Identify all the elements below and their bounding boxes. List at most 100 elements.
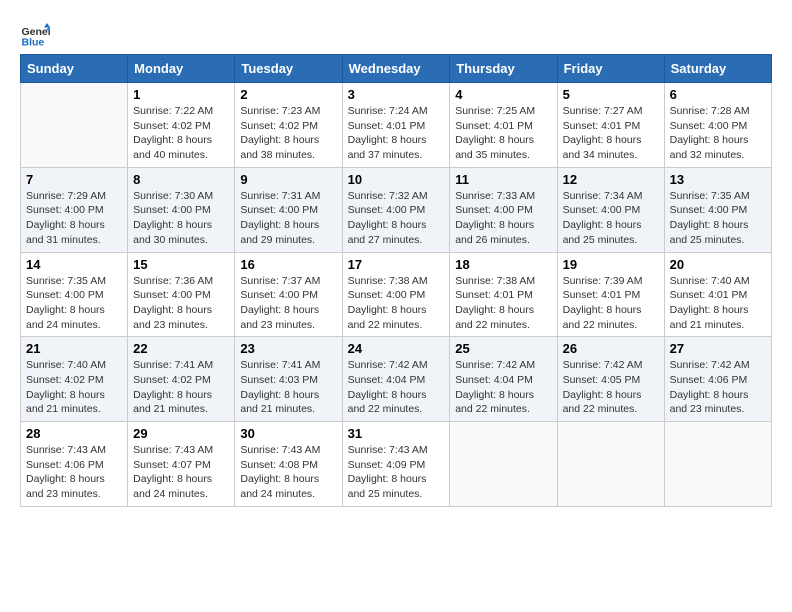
day-cell: 13Sunrise: 7:35 AM Sunset: 4:00 PM Dayli… <box>664 167 771 252</box>
day-info: Sunrise: 7:40 AM Sunset: 4:01 PM Dayligh… <box>670 274 766 333</box>
day-info: Sunrise: 7:42 AM Sunset: 4:06 PM Dayligh… <box>670 358 766 417</box>
day-info: Sunrise: 7:31 AM Sunset: 4:00 PM Dayligh… <box>240 189 336 248</box>
week-row-3: 14 Sunrise: 7:35 AM Sunset: 4:00 PM Dayli… <box>21 252 772 337</box>
day-cell: 31 Sunrise: 7:43 AM Sunset: 4:09 PM Dayli… <box>342 422 450 507</box>
day-cell: 2 Sunrise: 7:23 AM Sunset: 4:02 PM Daylig… <box>235 83 342 168</box>
day-number: 14 <box>26 257 122 272</box>
day-info: Sunrise: 7:33 AM Sunset: 4:00 PM Dayligh… <box>455 189 551 248</box>
day-info: Sunrise: 7:41 AM Sunset: 4:02 PM Dayligh… <box>133 358 229 417</box>
calendar-table: SundayMondayTuesdayWednesdayThursdayFrid… <box>20 54 772 507</box>
page-container: General Blue SundayMondayTuesdayWednesda… <box>20 20 772 507</box>
day-info: Sunrise: 7:43 AM Sunset: 4:09 PM Dayligh… <box>348 443 445 502</box>
day-info: Sunrise: 7:27 AM Sunset: 4:01 PM Dayligh… <box>563 104 659 163</box>
day-number: 22 <box>133 341 229 356</box>
day-number: 8 <box>133 172 229 187</box>
day-number: 10 <box>348 172 445 187</box>
day-number: 19 <box>563 257 659 272</box>
day-cell: 14 Sunrise: 7:35 AM Sunset: 4:00 PM Dayli… <box>21 252 128 337</box>
day-info: Sunrise: 7:30 AM Sunset: 4:00 PM Dayligh… <box>133 189 229 248</box>
day-info: Sunrise: 7:25 AM Sunset: 4:01 PM Dayligh… <box>455 104 551 163</box>
day-info: Sunrise: 7:37 AM Sunset: 4:00 PM Dayligh… <box>240 274 336 333</box>
day-info: Sunrise: 7:23 AM Sunset: 4:02 PM Dayligh… <box>240 104 336 163</box>
day-number: 31 <box>348 426 445 441</box>
day-cell: 30Sunrise: 7:43 AM Sunset: 4:08 PM Dayli… <box>235 422 342 507</box>
day-cell: 28Sunrise: 7:43 AM Sunset: 4:06 PM Dayli… <box>21 422 128 507</box>
day-info: Sunrise: 7:28 AM Sunset: 4:00 PM Dayligh… <box>670 104 766 163</box>
day-number: 26 <box>563 341 659 356</box>
day-number: 29 <box>133 426 229 441</box>
day-number: 15 <box>133 257 229 272</box>
day-cell: 15 Sunrise: 7:36 AM Sunset: 4:00 PM Dayli… <box>128 252 235 337</box>
day-cell <box>557 422 664 507</box>
day-cell: 21 Sunrise: 7:40 AM Sunset: 4:02 PM Dayli… <box>21 337 128 422</box>
day-info: Sunrise: 7:38 AM Sunset: 4:00 PM Dayligh… <box>348 274 445 333</box>
day-info: Sunrise: 7:39 AM Sunset: 4:01 PM Dayligh… <box>563 274 659 333</box>
day-number: 12 <box>563 172 659 187</box>
day-number: 18 <box>455 257 551 272</box>
svg-text:Blue: Blue <box>22 37 45 49</box>
day-number: 25 <box>455 341 551 356</box>
day-number: 2 <box>240 87 336 102</box>
day-number: 6 <box>670 87 766 102</box>
day-cell: 8 Sunrise: 7:30 AM Sunset: 4:00 PM Daylig… <box>128 167 235 252</box>
day-info: Sunrise: 7:29 AM Sunset: 4:00 PM Dayligh… <box>26 189 122 248</box>
day-cell: 29Sunrise: 7:43 AM Sunset: 4:07 PM Dayli… <box>128 422 235 507</box>
column-header-saturday: Saturday <box>664 55 771 83</box>
day-cell: 10 Sunrise: 7:32 AM Sunset: 4:00 PM Dayli… <box>342 167 450 252</box>
day-cell: 6 Sunrise: 7:28 AM Sunset: 4:00 PM Daylig… <box>664 83 771 168</box>
logo-icon: General Blue <box>20 20 50 50</box>
day-info: Sunrise: 7:42 AM Sunset: 4:04 PM Dayligh… <box>455 358 551 417</box>
day-number: 1 <box>133 87 229 102</box>
column-header-friday: Friday <box>557 55 664 83</box>
day-number: 27 <box>670 341 766 356</box>
day-info: Sunrise: 7:36 AM Sunset: 4:00 PM Dayligh… <box>133 274 229 333</box>
column-header-sunday: Sunday <box>21 55 128 83</box>
day-cell: 24 Sunrise: 7:42 AM Sunset: 4:04 PM Dayli… <box>342 337 450 422</box>
day-info: Sunrise: 7:34 AM Sunset: 4:00 PM Dayligh… <box>563 189 659 248</box>
day-cell: 1Sunrise: 7:22 AM Sunset: 4:02 PM Daylig… <box>128 83 235 168</box>
day-cell: 27 Sunrise: 7:42 AM Sunset: 4:06 PM Dayli… <box>664 337 771 422</box>
day-cell: 23 Sunrise: 7:41 AM Sunset: 4:03 PM Dayli… <box>235 337 342 422</box>
day-cell: 25 Sunrise: 7:42 AM Sunset: 4:04 PM Dayli… <box>450 337 557 422</box>
day-number: 16 <box>240 257 336 272</box>
day-number: 13 <box>670 172 766 187</box>
day-number: 4 <box>455 87 551 102</box>
logo: General Blue <box>20 20 52 50</box>
day-cell <box>450 422 557 507</box>
day-cell: 16 Sunrise: 7:37 AM Sunset: 4:00 PM Dayli… <box>235 252 342 337</box>
week-row-2: 7Sunrise: 7:29 AM Sunset: 4:00 PM Daylig… <box>21 167 772 252</box>
day-cell: 4 Sunrise: 7:25 AM Sunset: 4:01 PM Daylig… <box>450 83 557 168</box>
day-number: 24 <box>348 341 445 356</box>
day-info: Sunrise: 7:43 AM Sunset: 4:06 PM Dayligh… <box>26 443 122 502</box>
day-cell <box>664 422 771 507</box>
day-number: 23 <box>240 341 336 356</box>
day-cell: 12 Sunrise: 7:34 AM Sunset: 4:00 PM Dayli… <box>557 167 664 252</box>
day-cell: 22 Sunrise: 7:41 AM Sunset: 4:02 PM Dayli… <box>128 337 235 422</box>
week-row-4: 21 Sunrise: 7:40 AM Sunset: 4:02 PM Dayli… <box>21 337 772 422</box>
day-cell <box>21 83 128 168</box>
column-header-row: SundayMondayTuesdayWednesdayThursdayFrid… <box>21 55 772 83</box>
day-cell: 3 Sunrise: 7:24 AM Sunset: 4:01 PM Daylig… <box>342 83 450 168</box>
day-info: Sunrise: 7:42 AM Sunset: 4:04 PM Dayligh… <box>348 358 445 417</box>
day-info: Sunrise: 7:35 AM Sunset: 4:00 PM Dayligh… <box>26 274 122 333</box>
column-header-monday: Monday <box>128 55 235 83</box>
day-cell: 11Sunrise: 7:33 AM Sunset: 4:00 PM Dayli… <box>450 167 557 252</box>
week-row-1: 1Sunrise: 7:22 AM Sunset: 4:02 PM Daylig… <box>21 83 772 168</box>
day-cell: 5Sunrise: 7:27 AM Sunset: 4:01 PM Daylig… <box>557 83 664 168</box>
day-info: Sunrise: 7:38 AM Sunset: 4:01 PM Dayligh… <box>455 274 551 333</box>
day-cell: 9 Sunrise: 7:31 AM Sunset: 4:00 PM Daylig… <box>235 167 342 252</box>
day-info: Sunrise: 7:24 AM Sunset: 4:01 PM Dayligh… <box>348 104 445 163</box>
day-number: 3 <box>348 87 445 102</box>
column-header-thursday: Thursday <box>450 55 557 83</box>
day-number: 21 <box>26 341 122 356</box>
week-row-5: 28Sunrise: 7:43 AM Sunset: 4:06 PM Dayli… <box>21 422 772 507</box>
day-info: Sunrise: 7:40 AM Sunset: 4:02 PM Dayligh… <box>26 358 122 417</box>
day-info: Sunrise: 7:32 AM Sunset: 4:00 PM Dayligh… <box>348 189 445 248</box>
day-info: Sunrise: 7:41 AM Sunset: 4:03 PM Dayligh… <box>240 358 336 417</box>
header: General Blue <box>20 20 772 50</box>
day-cell: 20Sunrise: 7:40 AM Sunset: 4:01 PM Dayli… <box>664 252 771 337</box>
day-info: Sunrise: 7:42 AM Sunset: 4:05 PM Dayligh… <box>563 358 659 417</box>
day-cell: 17Sunrise: 7:38 AM Sunset: 4:00 PM Dayli… <box>342 252 450 337</box>
day-number: 9 <box>240 172 336 187</box>
column-header-tuesday: Tuesday <box>235 55 342 83</box>
